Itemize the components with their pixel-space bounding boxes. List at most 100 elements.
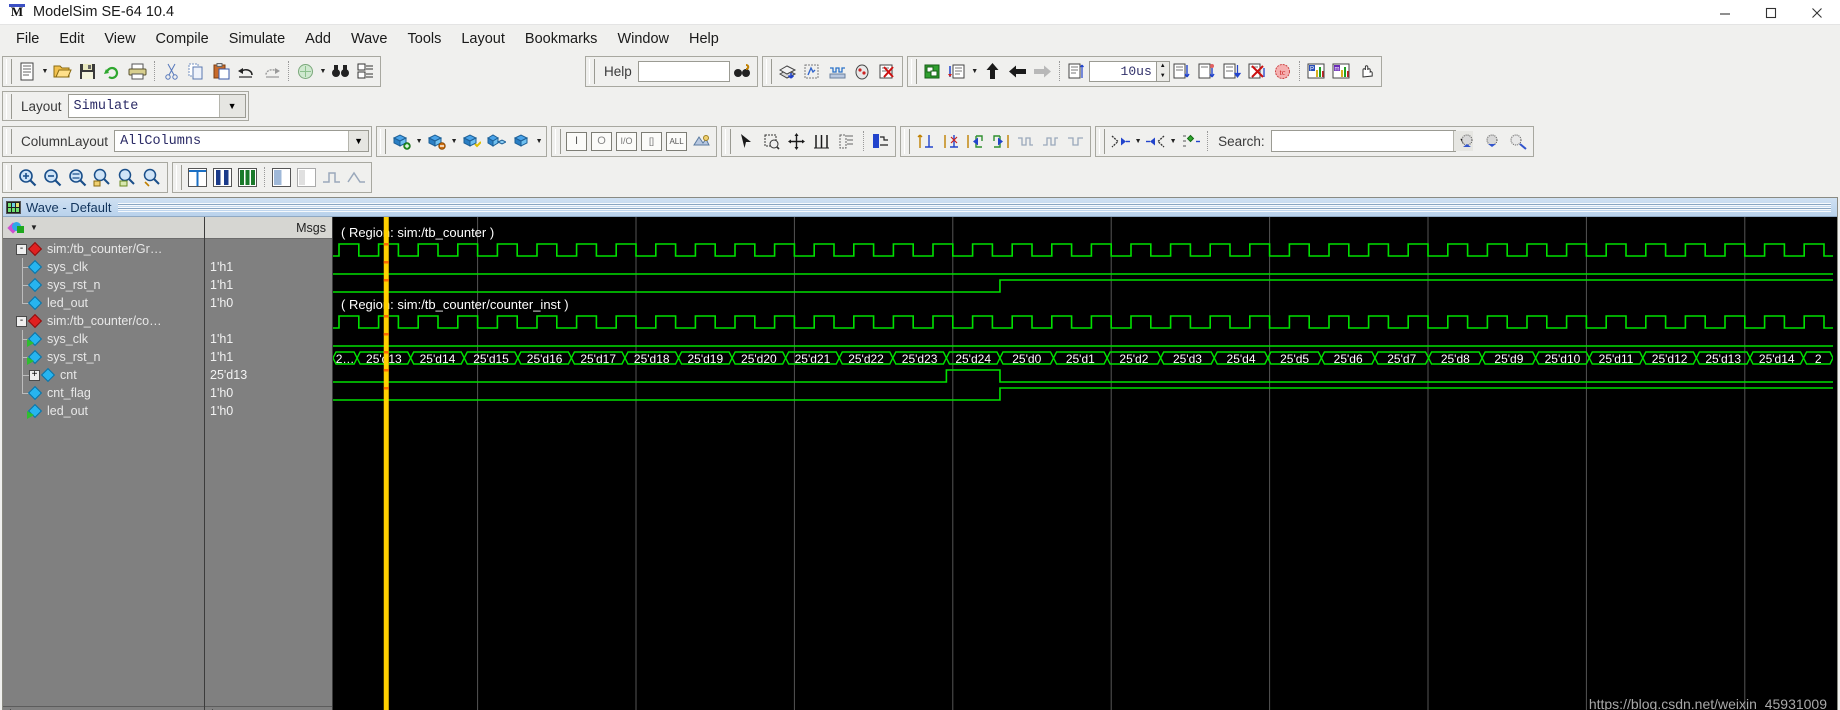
restart-icon[interactable] xyxy=(920,59,945,84)
menu-simulate[interactable]: Simulate xyxy=(219,28,295,50)
interrupt-icon[interactable]: tc xyxy=(1270,59,1295,84)
cut-icon[interactable] xyxy=(159,59,184,84)
tree-row[interactable]: led_out xyxy=(3,402,204,420)
format-event-icon[interactable]: [] xyxy=(639,129,664,154)
delete-cursor-icon[interactable] xyxy=(938,129,963,154)
menu-file[interactable]: File xyxy=(6,28,49,50)
reload-icon[interactable] xyxy=(100,59,125,84)
toolbar-grip[interactable] xyxy=(6,59,12,84)
pan-hand-icon[interactable] xyxy=(1354,59,1379,84)
expand-all-icon[interactable] xyxy=(1178,129,1203,154)
run-length-spinner[interactable]: ▲ ▼ xyxy=(1157,61,1170,82)
chevron-down-icon[interactable]: ▼ xyxy=(219,95,245,117)
save-icon[interactable] xyxy=(75,59,100,84)
wave-format-2-icon[interactable] xyxy=(210,165,235,190)
help-search-icon[interactable] xyxy=(730,59,755,84)
step-icon[interactable] xyxy=(1220,59,1245,84)
toolbar-grip[interactable] xyxy=(589,59,595,84)
profile-performance-icon[interactable]: P xyxy=(1304,59,1329,84)
objects-filter-icon[interactable] xyxy=(9,221,25,235)
menu-tools[interactable]: Tools xyxy=(398,28,452,50)
properties-icon[interactable] xyxy=(353,59,378,84)
waveform-canvas[interactable]: ( Region: sim:/tb_counter )( Region: sim… xyxy=(333,217,1833,710)
remove-wave-dropdown-icon[interactable]: ▼ xyxy=(449,129,459,154)
expand-prev-dropdown-icon[interactable]: ▼ xyxy=(1133,129,1143,154)
zoom-last-icon[interactable] xyxy=(90,165,115,190)
columnlayout-combobox[interactable]: AllColumns ▼ xyxy=(114,130,369,152)
zoom-mode-icon[interactable] xyxy=(759,129,784,154)
zoom-out-icon[interactable] xyxy=(40,165,65,190)
wave-edit-icon[interactable] xyxy=(868,129,893,154)
chevron-down-icon[interactable]: ▼ xyxy=(30,223,38,232)
menu-wave[interactable]: Wave xyxy=(341,28,398,50)
new-file-dropdown-icon[interactable]: ▼ xyxy=(40,59,50,84)
ungroup-wave-icon[interactable] xyxy=(484,129,509,154)
find-prev-icon[interactable] xyxy=(1013,129,1038,154)
search-prev-icon[interactable] xyxy=(1456,129,1481,154)
wave-analog-icon[interactable] xyxy=(344,165,369,190)
tree-row[interactable]: sys_rst_n xyxy=(3,276,204,294)
expand-next-dropdown-icon[interactable]: ▼ xyxy=(1168,129,1178,154)
menu-window[interactable]: Window xyxy=(607,28,679,50)
zoom-range-icon[interactable] xyxy=(115,165,140,190)
toolbar-grip[interactable] xyxy=(766,59,772,84)
tree-row[interactable]: +cnt xyxy=(3,366,204,384)
toolbar-grip[interactable] xyxy=(911,59,917,84)
format-literal-icon[interactable]: I xyxy=(564,129,589,154)
search-input[interactable] xyxy=(1272,134,1453,149)
menu-help[interactable]: Help xyxy=(679,28,729,50)
menu-add[interactable]: Add xyxy=(295,28,341,50)
help-input[interactable] xyxy=(638,61,730,82)
close-button[interactable] xyxy=(1794,0,1840,25)
break-icon[interactable] xyxy=(1195,59,1220,84)
step-over-icon[interactable] xyxy=(1245,59,1270,84)
add-wave-icon[interactable] xyxy=(389,129,414,154)
continue-run-icon[interactable] xyxy=(980,59,1005,84)
run-icon[interactable] xyxy=(945,59,970,84)
find-falling-icon[interactable] xyxy=(1063,129,1088,154)
run-dropdown-icon[interactable]: ▼ xyxy=(970,59,980,84)
values-horizontal-scrollbar[interactable] xyxy=(205,706,332,710)
print-icon[interactable] xyxy=(125,59,150,84)
names-horizontal-scrollbar[interactable] xyxy=(3,706,204,710)
step-forward-icon[interactable] xyxy=(1030,59,1055,84)
chevron-down-icon[interactable]: ▼ xyxy=(348,131,368,151)
menu-compile[interactable]: Compile xyxy=(146,28,219,50)
profile-memory-icon[interactable]: m xyxy=(1329,59,1354,84)
all-columns-icon[interactable]: ALL xyxy=(664,129,689,154)
step-back-icon[interactable] xyxy=(1005,59,1030,84)
undo-icon[interactable] xyxy=(234,59,259,84)
wave-window-titlebar[interactable]: Wave - Default xyxy=(3,198,1837,217)
minimize-button[interactable] xyxy=(1702,0,1748,25)
add-region-dropdown-icon[interactable]: ▼ xyxy=(534,129,544,154)
toolbar-grip[interactable] xyxy=(725,129,731,154)
expand-prev-icon[interactable] xyxy=(1108,129,1133,154)
tree-row[interactable]: -sim:/tb_counter/co… xyxy=(3,312,204,330)
toolbar-grip[interactable] xyxy=(6,165,12,190)
format-analog-icon[interactable]: I/O xyxy=(614,129,639,154)
wave-divider-icon[interactable] xyxy=(269,165,294,190)
wave-step-icon[interactable] xyxy=(319,165,344,190)
open-icon[interactable] xyxy=(50,59,75,84)
collapse-toggle[interactable]: - xyxy=(16,316,27,327)
toolbar-grip[interactable] xyxy=(1099,129,1105,154)
zoom-cursor-icon[interactable] xyxy=(140,165,165,190)
compile-icon[interactable] xyxy=(293,59,318,84)
paste-icon[interactable] xyxy=(209,59,234,84)
copy-icon[interactable] xyxy=(184,59,209,84)
tree-row[interactable]: led_out xyxy=(3,294,204,312)
toolbar-grip[interactable] xyxy=(6,94,12,119)
titlebar-drag-handle[interactable] xyxy=(118,203,1832,212)
add-region-icon[interactable] xyxy=(509,129,534,154)
toolbar-grip[interactable] xyxy=(6,129,12,154)
maximize-button[interactable] xyxy=(1748,0,1794,25)
simulate-icon[interactable] xyxy=(800,59,825,84)
wave-format-3-icon[interactable] xyxy=(235,165,260,190)
search-next-icon[interactable] xyxy=(1481,129,1506,154)
end-simulation-icon[interactable] xyxy=(875,59,900,84)
run-length-icon[interactable] xyxy=(1064,59,1089,84)
redo-icon[interactable] xyxy=(259,59,284,84)
menu-view[interactable]: View xyxy=(94,28,145,50)
compile-all-icon[interactable] xyxy=(775,59,800,84)
search-all-icon[interactable] xyxy=(1506,129,1531,154)
